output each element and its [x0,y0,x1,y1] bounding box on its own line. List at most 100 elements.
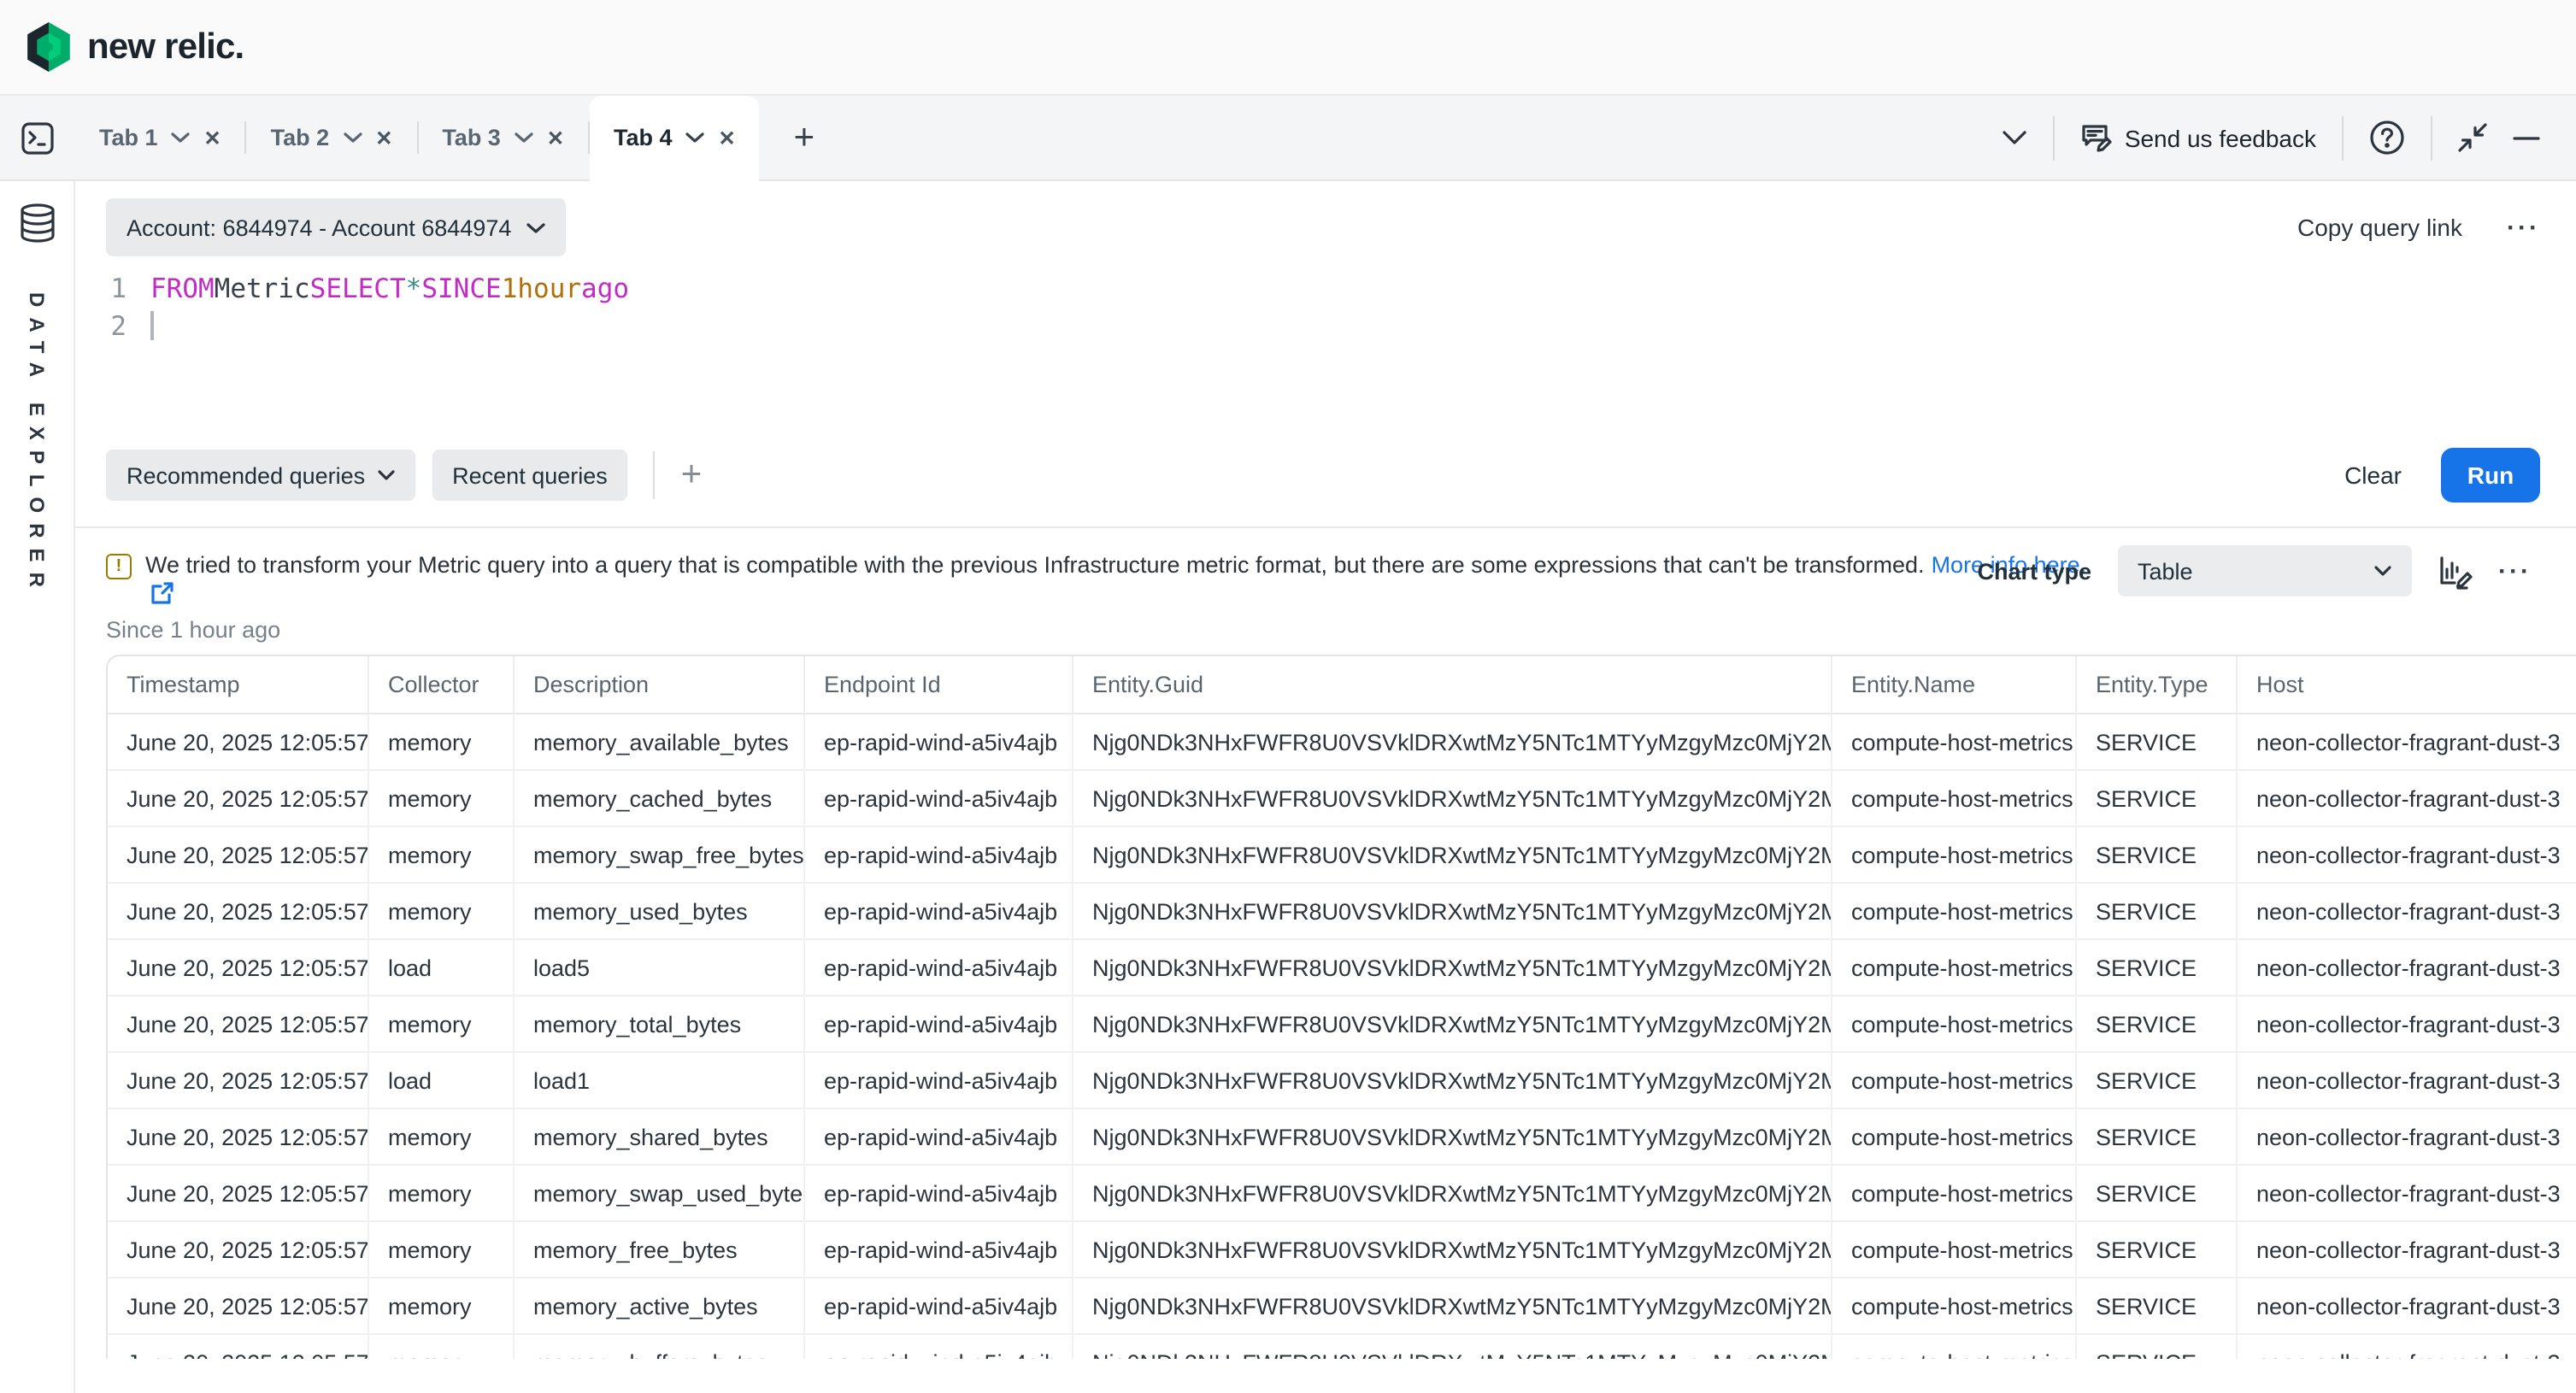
column-header-collector[interactable]: Collector [369,656,515,714]
warning-text: We tried to transform your Metric query … [145,552,2086,578]
results-table: TimestampCollectorDescriptionEndpoint Id… [108,656,2576,1359]
cell-endpoint-id: ep-rapid-wind-a5iv4ajb [805,1278,1073,1335]
run-button[interactable]: Run [2441,448,2540,503]
cell-timestamp: June 20, 2025 12:05:57 [108,940,369,996]
close-icon[interactable]: ✕ [375,126,392,150]
close-icon[interactable]: ✕ [719,126,736,150]
cell-entity-guid: Njg0NDk3NHxFWFR8U0VSVklDRXwtMzY5NTc1MTYy… [1073,771,1832,827]
query-editor[interactable]: 1FROM Metric SELECT * SINCE 1 hour ago2 [75,256,2576,448]
cell-entity-name: compute-host-metrics [1832,1109,2077,1166]
table-row[interactable]: June 20, 2025 12:05:57loadload1ep-rapid-… [108,1053,2576,1109]
tab-label: Tab 4 [614,125,673,150]
chart-type-value: Table [2138,558,2193,584]
left-rail: DATA EXPLORER [0,181,75,1393]
since-label: Since 1 hour ago [106,617,2540,643]
copy-query-link-button[interactable]: Copy query link [2297,214,2462,241]
cell-description: load5 [515,940,805,996]
table-row[interactable]: June 20, 2025 12:05:57memorymemory_activ… [108,1278,2576,1335]
cell-collector: memory [369,1335,515,1359]
tab-label: Tab 1 [99,125,158,150]
table-row[interactable]: June 20, 2025 12:05:57memorymemory_free_… [108,1222,2576,1278]
query-console-icon[interactable] [0,96,75,179]
column-header-entity-guid[interactable]: Entity.Guid [1073,656,1832,714]
table-row[interactable]: June 20, 2025 12:05:57memorymemory_avail… [108,714,2576,771]
divider [654,451,656,499]
tabs-overflow-chevron-icon[interactable] [2002,130,2027,145]
collapse-icon[interactable] [2458,123,2487,152]
clear-button[interactable]: Clear [2344,461,2402,489]
cell-host: neon-collector-fragrant-dust-3 [2238,1278,2576,1335]
cell-entity-name: compute-host-metrics [1832,1335,2077,1359]
tab-2[interactable]: Tab 2 ✕ [247,96,417,179]
help-icon[interactable] [2369,120,2405,156]
query-token: FROM [150,270,215,308]
cell-collector: memory [369,1222,515,1278]
send-feedback-button[interactable]: Send us feedback [2080,121,2316,154]
edit-chart-icon[interactable] [2437,553,2473,589]
external-link-icon[interactable] [150,581,174,605]
cell-endpoint-id: ep-rapid-wind-a5iv4ajb [805,940,1073,996]
cell-host: neon-collector-fragrant-dust-3 [2238,1166,2576,1222]
cell-timestamp: June 20, 2025 12:05:57 [108,1335,369,1359]
chevron-down-icon [377,470,394,480]
cell-collector: memory [369,1109,515,1166]
table-row[interactable]: June 20, 2025 12:05:57memorymemory_cache… [108,771,2576,827]
table-row[interactable]: June 20, 2025 12:05:57memorymemory_swap_… [108,1166,2576,1222]
cell-collector: load [369,940,515,996]
warning-icon: ! [106,554,132,579]
chart-type-select[interactable]: Table [2117,545,2411,597]
tab-bar-actions: Send us feedback [2002,96,2576,179]
cell-entity-type: SERVICE [2077,940,2238,996]
query-token: 1 [502,270,518,308]
column-header-host[interactable]: Host [2238,656,2576,714]
table-row[interactable]: June 20, 2025 12:05:57memorymemory_share… [108,1109,2576,1166]
cell-description: memory_cached_bytes [515,771,805,827]
cell-description: memory_available_bytes [515,714,805,771]
minimize-icon[interactable] [2513,134,2540,141]
recent-queries-button[interactable]: Recent queries [432,450,628,501]
cell-host: neon-collector-fragrant-dust-3 [2238,714,2576,771]
query-overflow-menu[interactable]: ··· [2507,213,2540,242]
results-table-viewport[interactable]: TimestampCollectorDescriptionEndpoint Id… [106,655,2576,1359]
cell-host: neon-collector-fragrant-dust-3 [2238,827,2576,884]
chevron-down-icon[interactable] [686,132,705,144]
recommended-queries-button[interactable]: Recommended queries [106,450,415,501]
cell-timestamp: June 20, 2025 12:05:57 [108,996,369,1053]
table-row[interactable]: June 20, 2025 12:05:57memorymemory_swap_… [108,827,2576,884]
query-toolbar: Recommended queries Recent queries + Cle… [75,448,2576,528]
tab-1[interactable]: Tab 1 ✕ [75,96,245,179]
chevron-down-icon[interactable] [172,132,191,144]
add-query-button[interactable]: + [681,455,703,496]
account-selector[interactable]: Account: 6844974 - Account 6844974 [106,198,566,256]
cell-timestamp: June 20, 2025 12:05:57 [108,714,369,771]
cell-endpoint-id: ep-rapid-wind-a5iv4ajb [805,884,1073,940]
top-brand-bar: new relic. [0,0,2576,96]
cell-entity-guid: Njg0NDk3NHxFWFR8U0VSVklDRXwtMzY5NTc1MTYy… [1073,1335,1832,1359]
cell-entity-name: compute-host-metrics [1832,940,2077,996]
cell-entity-type: SERVICE [2077,1222,2238,1278]
table-row[interactable]: June 20, 2025 12:05:57memorymemory_buffe… [108,1335,2576,1359]
cell-collector: memory [369,1278,515,1335]
table-row[interactable]: June 20, 2025 12:05:57memorymemory_used_… [108,884,2576,940]
tab-3[interactable]: Tab 3 ✕ [418,96,588,179]
close-icon[interactable]: ✕ [547,126,564,150]
add-tab-button[interactable]: + [784,96,826,179]
chevron-down-icon[interactable] [343,132,362,144]
database-icon[interactable] [18,203,56,244]
cell-description: memory_free_bytes [515,1222,805,1278]
column-header-timestamp[interactable]: Timestamp [108,656,369,714]
close-icon[interactable]: ✕ [204,126,221,150]
table-row[interactable]: June 20, 2025 12:05:57loadload5ep-rapid-… [108,940,2576,996]
table-row[interactable]: June 20, 2025 12:05:57memorymemory_total… [108,996,2576,1053]
divider [2342,115,2344,160]
column-header-description[interactable]: Description [515,656,805,714]
results-overflow-menu[interactable]: ··· [2498,556,2532,585]
column-header-entity-name[interactable]: Entity.Name [1832,656,2077,714]
cell-entity-name: compute-host-metrics [1832,771,2077,827]
cell-timestamp: June 20, 2025 12:05:57 [108,1109,369,1166]
text-cursor [150,311,153,340]
column-header-endpoint-id[interactable]: Endpoint Id [805,656,1073,714]
column-header-entity-type[interactable]: Entity.Type [2077,656,2238,714]
chevron-down-icon[interactable] [515,132,533,144]
tab-4-active[interactable]: Tab 4 ✕ [590,96,760,181]
